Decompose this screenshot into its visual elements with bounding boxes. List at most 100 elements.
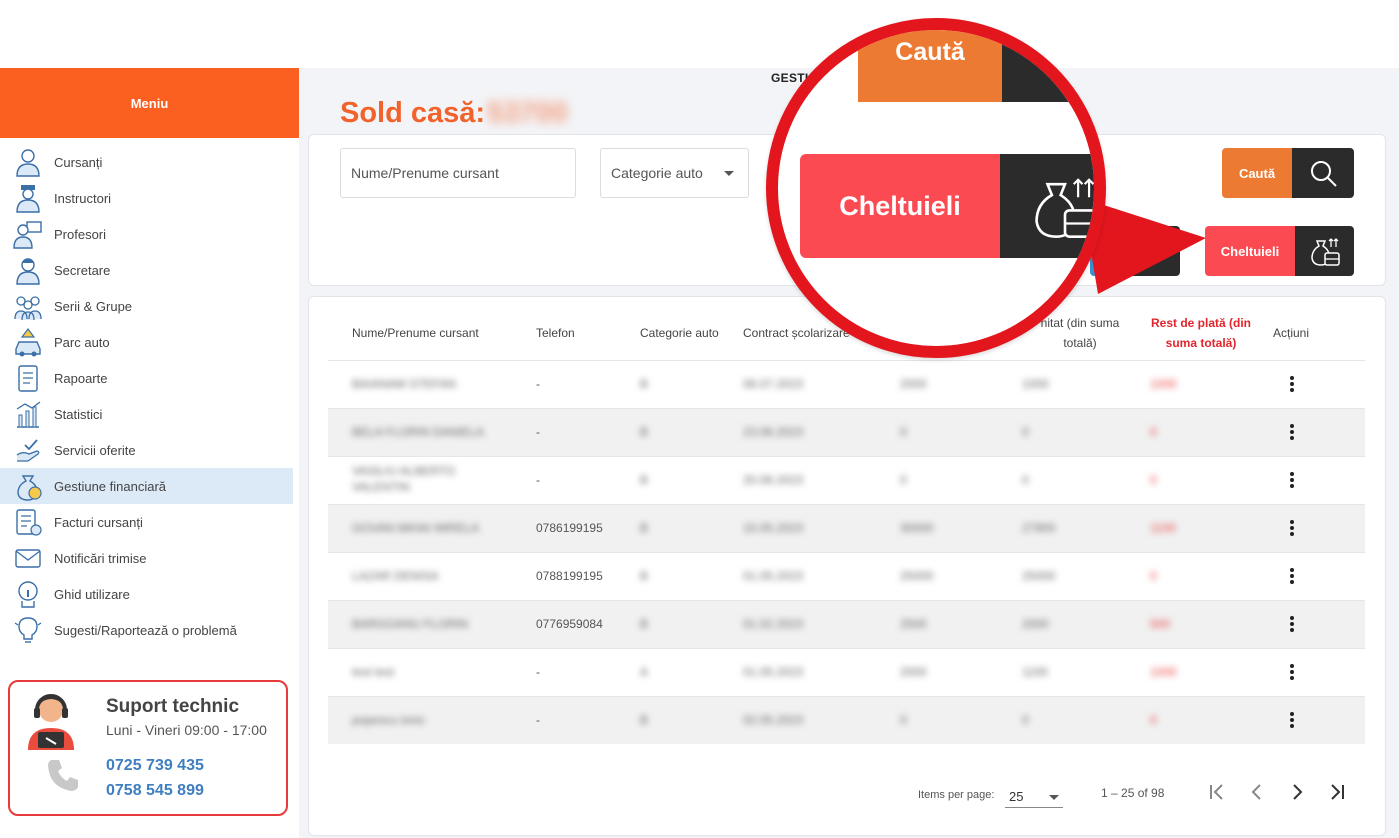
header-name[interactable]: Nume/Prenume cursant [352, 323, 479, 343]
money-bag-icon [12, 471, 44, 501]
items-per-page-value: 25 [1009, 789, 1024, 804]
support-phone-1[interactable]: 0725 739 435 [106, 757, 204, 775]
table-row[interactable] [328, 552, 1365, 600]
cell-phone: - [536, 473, 540, 487]
car-icon [12, 327, 44, 357]
sidebar-item[interactable]: Serii & Grupe [0, 288, 299, 324]
statistics-icon [12, 399, 44, 429]
header-rest[interactable]: Rest de plată (din suma totală) [1148, 313, 1254, 353]
sidebar-item[interactable]: Secretare [0, 252, 299, 288]
cell-date: 01.05.2023 [743, 569, 804, 583]
items-per-page-select[interactable]: 25 [1005, 784, 1063, 808]
cell-paid: 1100 [1022, 665, 1048, 679]
cell-total: 2000 [900, 665, 927, 679]
cell-total: 30000 [900, 521, 934, 535]
cell-date: 15.05.2023 [743, 521, 804, 535]
table-row[interactable] [328, 696, 1365, 744]
money-bag-expenses-icon [1000, 154, 1094, 258]
table-row[interactable] [328, 648, 1365, 696]
search-button[interactable]: Caută [1222, 148, 1354, 198]
groups-icon [12, 291, 44, 321]
cell-phone: - [536, 665, 540, 679]
cell-name: BAIANAM STEFAN [352, 377, 457, 391]
sidebar-item[interactable]: Statistici [0, 396, 299, 432]
header-actions: Acțiuni [1273, 326, 1310, 340]
sidebar-item-label: Profesori [54, 226, 107, 242]
support-title: Suport technic [106, 696, 240, 717]
row-actions-icon[interactable] [1286, 470, 1298, 490]
pagination-range: 1 – 25 of 98 [1101, 786, 1165, 800]
sidebar-item[interactable]: Notificări trimise [0, 540, 299, 576]
cell-paid: 0 [1022, 713, 1029, 727]
cell-date: 20.06.2023 [743, 473, 804, 487]
cell-phone: 0786199195 [536, 521, 603, 535]
row-actions-icon[interactable] [1286, 710, 1298, 730]
header-phone[interactable]: Telefon [536, 323, 575, 343]
last-page-icon[interactable] [1325, 780, 1349, 804]
sidebar-item[interactable]: Cursanți [0, 144, 299, 180]
cell-cat: B [640, 473, 649, 487]
sidebar-item[interactable]: Profesori [0, 216, 299, 252]
header-paid[interactable]: nitat (din suma totală) [1030, 313, 1130, 353]
cell-name: LAZAR DENISA [352, 569, 439, 583]
cell-name: VASILIU ALBERTO VALENTIN [352, 464, 456, 494]
sidebar-item[interactable]: Gestiune financiară [0, 468, 293, 504]
support-box: Suport technic Luni - Vineri 09:00 - 17:… [8, 680, 288, 816]
sidebar-item[interactable]: Ghid utilizare [0, 576, 299, 612]
cell-phone: 0788199195 [536, 569, 603, 583]
sidebar-item-label: Facturi cursanți [54, 514, 143, 530]
cell-cat: B [640, 425, 649, 439]
sidebar-item[interactable]: Parc auto [0, 324, 299, 360]
sidebar-item[interactable]: Servicii oferite [0, 432, 299, 468]
magnified-search-label: Caută [858, 30, 1002, 102]
menu-header: Meniu [0, 68, 299, 138]
row-actions-icon[interactable] [1286, 422, 1298, 442]
guide-icon [12, 579, 44, 609]
services-icon [12, 435, 44, 465]
sidebar-item-label: Servicii oferite [54, 442, 136, 458]
search-button-label: Caută [1222, 148, 1292, 198]
cell-rest: 0 [1150, 425, 1157, 439]
cell-cat: B [640, 521, 649, 535]
category-select[interactable]: Categorie auto [600, 148, 749, 198]
row-actions-icon[interactable] [1286, 566, 1298, 586]
cell-rest: 1000 [1150, 377, 1177, 391]
header-category[interactable]: Categorie auto [640, 323, 719, 343]
first-page-icon[interactable] [1205, 780, 1229, 804]
cell-phone: 0776959084 [536, 617, 603, 631]
header-contract[interactable]: Contract școlarizare [743, 323, 850, 343]
table-row[interactable] [328, 360, 1365, 408]
money-bag-expenses-icon [1295, 226, 1354, 276]
row-actions-icon[interactable] [1286, 518, 1298, 538]
sidebar-item-label: Serii & Grupe [54, 298, 133, 314]
cell-paid: 25000 [1022, 569, 1056, 583]
table-row[interactable] [328, 456, 1365, 504]
previous-page-icon[interactable] [1245, 780, 1269, 804]
cell-total: 0 [900, 425, 907, 439]
student-name-input[interactable] [340, 148, 576, 198]
row-actions-icon[interactable] [1286, 662, 1298, 682]
sidebar-item[interactable]: Sugesti/Raportează o problemă [0, 612, 299, 648]
cell-date: 02.05.2023 [743, 713, 804, 727]
support-hours: Luni - Vineri 09:00 - 17:00 [106, 722, 267, 738]
cell-name: BARGOANU FLORIN [352, 617, 469, 631]
cell-name: popescu ionic [352, 713, 426, 727]
cell-cat: B [640, 617, 649, 631]
table-row[interactable] [328, 600, 1365, 648]
cell-total: 25000 [900, 569, 934, 583]
row-actions-icon[interactable] [1286, 374, 1298, 394]
cell-name: GOVAN MIHAI MIRELA [352, 521, 480, 535]
phone-icon [48, 760, 78, 791]
sidebar-item[interactable]: Instructori [0, 180, 299, 216]
support-phone-2[interactable]: 0758 545 899 [106, 782, 204, 800]
expenses-button[interactable]: Cheltuieli [1205, 226, 1354, 276]
table-row[interactable] [328, 504, 1365, 552]
next-page-icon[interactable] [1285, 780, 1309, 804]
page: Meniu Cursanți Instructori Profesori Secret… [0, 0, 1399, 838]
sidebar-item[interactable]: Rapoarte [0, 360, 299, 396]
cell-phone: - [536, 713, 540, 727]
sidebar-item-label: Ghid utilizare [54, 586, 130, 602]
sidebar-item[interactable]: Facturi cursanți [0, 504, 299, 540]
row-actions-icon[interactable] [1286, 614, 1298, 634]
sidebar-item-label: Instructori [54, 190, 112, 206]
